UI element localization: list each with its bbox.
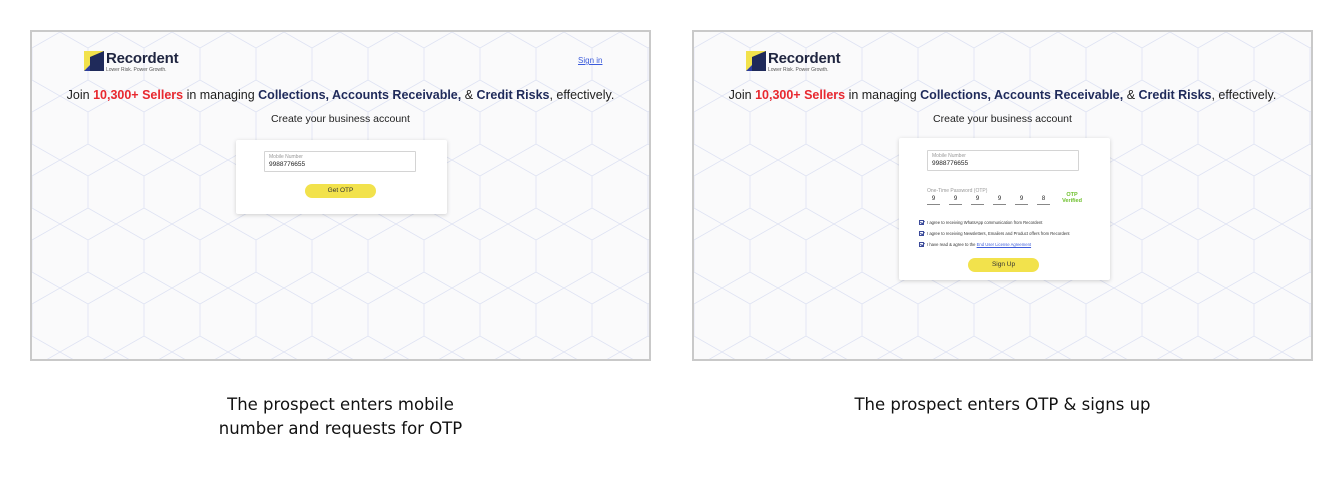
headline-collections: Collections, Accounts Receivable, <box>258 88 462 102</box>
headline: Join 10,300+ Sellers in managing Collect… <box>694 88 1311 102</box>
logo-tagline: Lower Risk. Power Growth. <box>106 67 167 73</box>
headline-mid: in managing <box>183 88 259 102</box>
mobile-number-label: Mobile Number <box>269 154 303 160</box>
headline-suffix: , effectively. <box>1211 88 1277 102</box>
otp-input-group: 9 9 9 9 9 8 <box>927 195 1059 205</box>
mobile-number-field[interactable]: Mobile Number 9988776655 <box>927 150 1079 171</box>
headline-credit-risks: Credit Risks <box>1138 88 1212 102</box>
get-otp-button[interactable]: Get OTP <box>305 184 376 198</box>
logo-wordmark: Recordent <box>768 50 841 67</box>
otp-digit-2[interactable]: 9 <box>949 195 962 205</box>
headline-prefix: Join <box>728 88 756 102</box>
headline: Join 10,300+ Sellers in managing Collect… <box>32 88 649 102</box>
eula-consent-text: I have read & agree to the <box>927 242 977 247</box>
logo-wordmark: Recordent <box>106 50 179 67</box>
headline-amp: & <box>1123 88 1139 102</box>
newsletter-consent-row[interactable]: I agree to receiving Newsletters, Emaile… <box>919 231 1070 236</box>
newsletter-consent-label: I agree to receiving Newsletters, Emaile… <box>927 231 1070 236</box>
otp-digit-6[interactable]: 8 <box>1037 195 1050 205</box>
sign-up-button[interactable]: Sign Up <box>968 258 1039 272</box>
page-subtitle: Create your business account <box>933 113 1072 125</box>
mobile-number-value: 9988776655 <box>269 161 306 168</box>
sign-in-link[interactable]: Sign in <box>578 56 602 65</box>
otp-status-line2: Verified <box>1062 198 1082 204</box>
eula-consent-checkbox[interactable] <box>919 242 924 247</box>
caption-left: The prospect enters mobile number and re… <box>30 393 651 441</box>
headline-sellers-count: 10,300+ Sellers <box>93 88 184 102</box>
whatsapp-consent-checkbox[interactable] <box>919 220 924 225</box>
mobile-number-value: 9988776655 <box>932 160 969 167</box>
signup-card: Mobile Number 9988776655 Get OTP <box>236 140 447 214</box>
mobile-number-label: Mobile Number <box>932 153 966 159</box>
whatsapp-consent-label: I agree to receiving WhatsApp communicat… <box>927 220 1043 225</box>
page-subtitle: Create your business account <box>271 113 410 125</box>
logo-tagline: Lower Risk. Power Growth. <box>768 67 829 73</box>
headline-collections: Collections, Accounts Receivable, <box>920 88 1124 102</box>
eula-link[interactable]: End User License Agreement <box>977 242 1031 247</box>
caption-right: The prospect enters OTP & signs up <box>692 393 1313 417</box>
signup-screen-otp-step: Recordent Lower Risk. Power Growth. Join… <box>692 30 1313 361</box>
headline-amp: & <box>461 88 477 102</box>
headline-sellers-count: 10,300+ Sellers <box>755 88 846 102</box>
caption-right-line1: The prospect enters OTP & signs up <box>854 395 1151 414</box>
caption-left-line2: number and requests for OTP <box>218 419 463 438</box>
headline-prefix: Join <box>66 88 94 102</box>
otp-verified-status: OTP Verified <box>1059 192 1085 204</box>
headline-credit-risks: Credit Risks <box>476 88 550 102</box>
recordent-logo: Recordent Lower Risk. Power Growth. <box>84 50 179 73</box>
recordent-logo-mark-icon <box>746 51 766 71</box>
whatsapp-consent-row[interactable]: I agree to receiving WhatsApp communicat… <box>919 220 1042 225</box>
mobile-number-field[interactable]: Mobile Number 9988776655 <box>264 151 416 172</box>
otp-digit-3[interactable]: 9 <box>971 195 984 205</box>
eula-consent-label: I have read & agree to the End User Lice… <box>927 242 1031 247</box>
caption-left-line1: The prospect enters mobile <box>227 395 454 414</box>
recordent-logo: Recordent Lower Risk. Power Growth. <box>746 50 841 73</box>
newsletter-consent-checkbox[interactable] <box>919 231 924 236</box>
otp-label: One-Time Password (OTP) <box>927 188 988 194</box>
otp-digit-4[interactable]: 9 <box>993 195 1006 205</box>
headline-mid: in managing <box>845 88 921 102</box>
eula-consent-row[interactable]: I have read & agree to the End User Lice… <box>919 242 1031 247</box>
signup-card: Mobile Number 9988776655 One-Time Passwo… <box>899 138 1110 280</box>
headline-suffix: , effectively. <box>549 88 615 102</box>
signup-screen-mobile-step: Recordent Lower Risk. Power Growth. Sign… <box>30 30 651 361</box>
otp-digit-5[interactable]: 9 <box>1015 195 1028 205</box>
recordent-logo-mark-icon <box>84 51 104 71</box>
otp-digit-1[interactable]: 9 <box>927 195 940 205</box>
